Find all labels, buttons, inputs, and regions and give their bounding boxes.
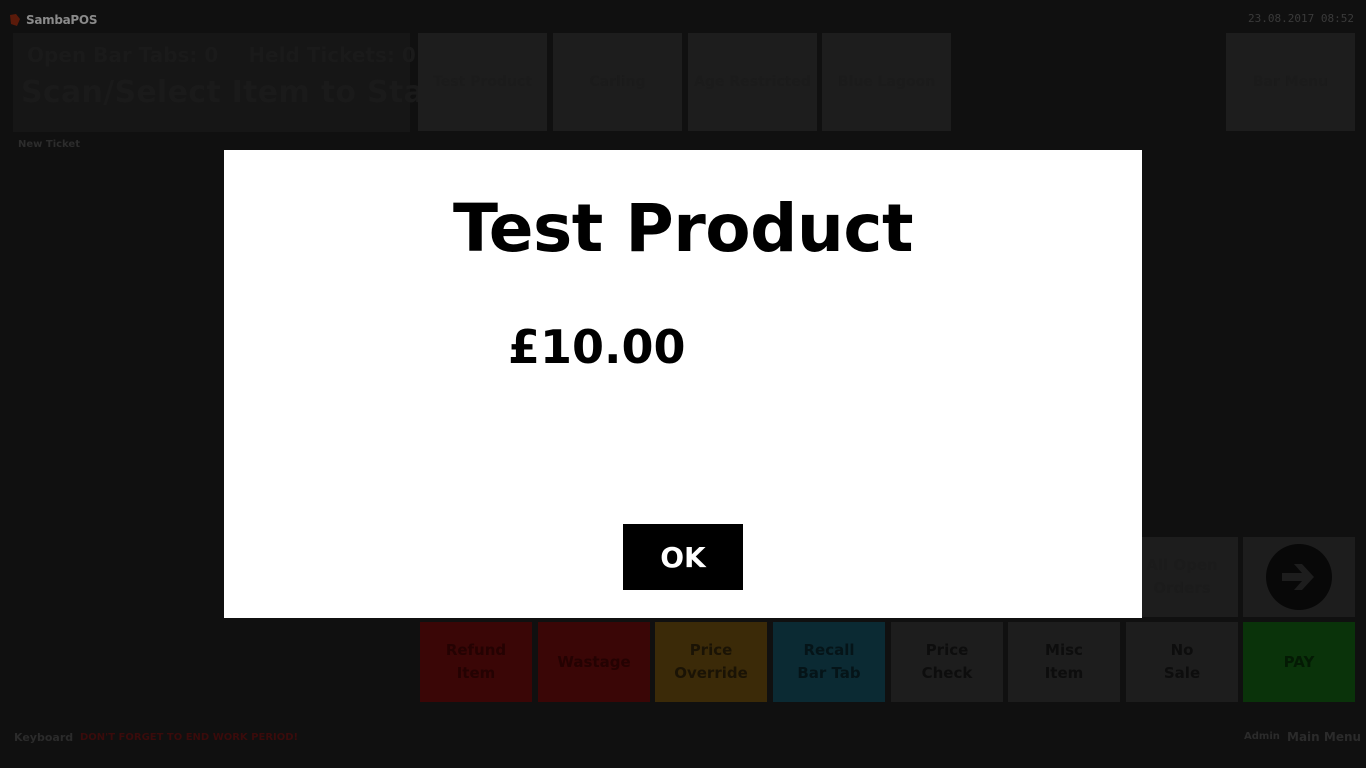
product-button-carling[interactable]: Carling [553,33,682,131]
price-override-button[interactable]: Price Override [655,622,767,702]
price-check-button[interactable]: Price Check [891,622,1003,702]
wastage-button[interactable]: Wastage [538,622,650,702]
open-bar-tabs-count: Open Bar Tabs: 0 [27,43,219,67]
product-button-blue-lagoon[interactable]: Blue Lagoon [822,33,951,131]
app-name: SambaPOS [26,13,98,27]
work-period-warning: DON'T FORGET TO END WORK PERIOD! [80,732,299,743]
pay-button[interactable]: PAY [1243,622,1355,702]
all-open-orders-button[interactable]: All Open Orders [1126,537,1238,617]
recall-bar-tab-button[interactable]: Recall Bar Tab [773,622,885,702]
status-panel: Open Bar Tabs: 0 Held Tickets: 0 Scan/Sel… [13,33,454,132]
main-menu-link[interactable]: Main Menu [1287,730,1361,744]
product-info-dialog: Test Product £10.00 OK [224,150,1142,618]
next-button[interactable] [1243,537,1355,617]
no-sale-button[interactable]: No Sale [1126,622,1238,702]
status-counts: Open Bar Tabs: 0 Held Tickets: 0 [27,43,416,67]
product-button-test-product[interactable]: Test Product [418,33,547,131]
app-logo: SambaPOS [8,10,97,30]
dialog-price: £10.00 [508,320,686,374]
product-button-age-restricted[interactable]: Age Restricted [688,33,817,131]
ok-button[interactable]: OK [623,524,743,590]
held-tickets-count: Held Tickets: 0 [248,43,416,67]
sambapos-logo-icon [10,14,20,26]
refund-item-button[interactable]: Refund Item [420,622,532,702]
arrow-right-icon [1266,544,1332,610]
keyboard-link[interactable]: Keyboard [14,731,73,744]
current-user: Admin [1244,731,1280,742]
new-ticket-label: New Ticket [18,139,80,150]
misc-item-button[interactable]: Misc Item [1008,622,1120,702]
bar-menu-button[interactable]: Bar Menu [1226,33,1355,131]
clock: 23.08.2017 08:52 [1248,12,1354,25]
scan-prompt: Scan/Select Item to Start [21,75,454,110]
dialog-title: Test Product [453,190,914,267]
